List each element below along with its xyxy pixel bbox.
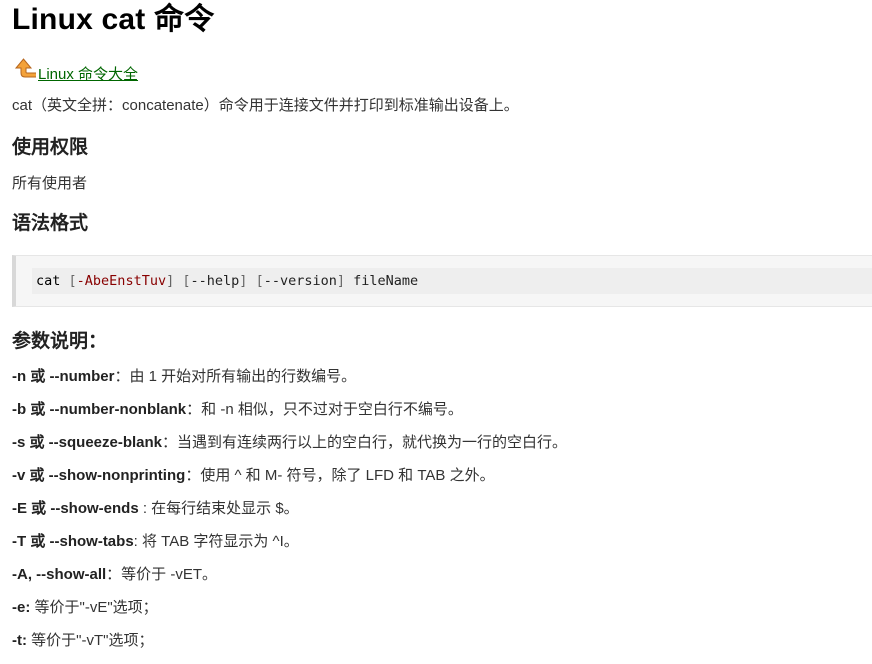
page-title: Linux cat 命令 [12, 3, 215, 36]
param-desc: 等价于"-vT"选项； [27, 632, 154, 649]
code-bracket: [ [68, 273, 77, 289]
param-name: -n 或 --number [12, 368, 115, 385]
code-option: -AbeEnstTuv [76, 273, 167, 289]
param-name: -s 或 --squeeze-blank [12, 434, 163, 451]
param-name: -e: [12, 599, 31, 616]
param-desc: ：使用 ^ 和 M- 符号，除了 LFD 和 TAB 之外。 [185, 467, 495, 484]
syntax-code-block: cat [-AbeEnstTuv] [--help] [--version] f… [12, 255, 872, 307]
code-bracket: [ [182, 273, 191, 289]
param-name: -T 或 --show-tabs [12, 533, 134, 550]
params-list: -n 或 --number：由 1 开始对所有输出的行数编号。 -b 或 --n… [12, 367, 872, 664]
permission-text: 所有使用者 [12, 175, 88, 192]
page: Linux cat 命令 Linux 命令大全 cat（英文全拼：concate… [0, 0, 872, 664]
code-bracket: ] [336, 273, 345, 289]
param-desc: ：由 1 开始对所有输出的行数编号。 [114, 368, 357, 385]
all-commands-link[interactable]: Linux 命令大全 [12, 54, 138, 84]
code-bracket: ] [239, 273, 248, 289]
syntax-heading: 语法格式 [12, 213, 89, 234]
param-item: -t: 等价于"-vT"选项； [12, 631, 872, 664]
up-arrow-icon [14, 58, 36, 78]
param-desc: 等价于"-vE"选项； [30, 599, 158, 616]
param-item: -s 或 --squeeze-blank：当遇到有连续两行以上的空白行，就代换为… [12, 433, 872, 466]
param-name: -A, --show-all [12, 566, 107, 583]
param-name: -b 或 --number-nonblank [12, 401, 187, 418]
param-item: -e: 等价于"-vE"选项； [12, 598, 872, 631]
code-option: --version [263, 273, 337, 289]
param-desc: : 将 TAB 字符显示为 ^I。 [133, 533, 299, 550]
nav-link-row: Linux 命令大全 [12, 50, 872, 84]
param-item: -T 或 --show-tabs: 将 TAB 字符显示为 ^I。 [12, 532, 872, 565]
param-name: -v 或 --show-nonprinting [12, 467, 186, 484]
params-heading: 参数说明： [12, 331, 108, 352]
param-name: -E 或 --show-ends [12, 500, 139, 517]
code-bracket: ] [166, 273, 175, 289]
param-desc: ：和 -n 相似，只不过对于空白行不编号。 [186, 401, 463, 418]
param-desc: : 在每行结束处显示 $。 [138, 500, 299, 517]
param-item: -n 或 --number：由 1 开始对所有输出的行数编号。 [12, 367, 872, 400]
param-item: -b 或 --number-nonblank：和 -n 相似，只不过对于空白行不… [12, 400, 872, 433]
code-command: cat [36, 273, 61, 289]
param-desc: ：当遇到有连续两行以上的空白行，就代换为一行的空白行。 [162, 434, 568, 451]
syntax-code-line: cat [-AbeEnstTuv] [--help] [--version] f… [32, 268, 872, 294]
code-option: --help [190, 273, 240, 289]
param-item: -v 或 --show-nonprinting：使用 ^ 和 M- 符号，除了 … [12, 466, 872, 499]
all-commands-link-label[interactable]: Linux 命令大全 [38, 66, 138, 84]
permission-heading: 使用权限 [12, 137, 89, 158]
param-item: -E 或 --show-ends : 在每行结束处显示 $。 [12, 499, 872, 532]
code-argument: fileName [353, 273, 419, 289]
param-item: -A, --show-all：等价于 -vET。 [12, 565, 872, 598]
param-name: -t: [12, 632, 27, 649]
code-bracket: [ [255, 273, 264, 289]
param-desc: ：等价于 -vET。 [106, 566, 218, 583]
intro-text: cat（英文全拼：concatenate）命令用于连接文件并打印到标准输出设备上… [12, 97, 519, 114]
